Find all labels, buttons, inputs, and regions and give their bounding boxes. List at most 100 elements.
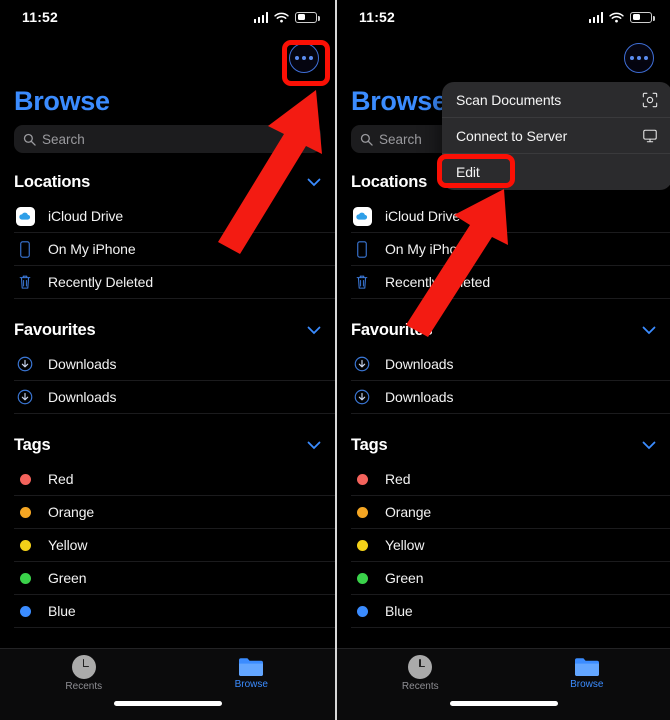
clock-icon <box>71 654 96 679</box>
tag-dot-icon <box>14 473 36 485</box>
list-item[interactable]: Downloads <box>351 381 670 414</box>
list-item[interactable]: Recently Deleted <box>14 266 335 299</box>
download-circle-icon <box>351 356 373 372</box>
list-item-label: Recently Deleted <box>48 274 154 290</box>
list-item-label: Downloads <box>385 356 454 372</box>
status-bar: 11:52 <box>337 0 670 34</box>
home-indicator <box>113 701 222 706</box>
chevron-down-icon[interactable] <box>307 441 321 450</box>
list-item[interactable]: Green <box>351 562 670 595</box>
section-header-favourites[interactable]: Favourites <box>0 311 335 348</box>
list-item[interactable]: Orange <box>14 496 335 529</box>
list-item-label: Red <box>385 471 411 487</box>
list-item[interactable]: Downloads <box>351 348 670 381</box>
list-item-label: Downloads <box>48 356 117 372</box>
list-item-label: Green <box>48 570 87 586</box>
tab-recents[interactable]: Recents <box>0 649 168 697</box>
browse-list-right: Locations iCloud Drive On My iPhone Rece… <box>337 163 670 628</box>
section-title: Locations <box>14 173 91 191</box>
iphone-icon <box>14 240 36 258</box>
wifi-icon <box>609 12 624 23</box>
menu-item-edit[interactable]: Edit <box>442 154 670 190</box>
tag-dot-icon <box>351 572 373 584</box>
list-item[interactable]: Blue <box>351 595 670 628</box>
list-item-label: Orange <box>385 504 432 520</box>
section-header-favourites[interactable]: Favourites <box>337 311 670 348</box>
status-icons <box>253 11 320 23</box>
icloud-drive-icon <box>14 206 36 226</box>
status-bar: 11:52 <box>0 0 335 34</box>
folder-icon <box>574 658 599 676</box>
list-item[interactable]: iCloud Drive <box>351 200 670 233</box>
list-item[interactable]: Recently Deleted <box>351 266 670 299</box>
tab-label: Recents <box>65 680 103 692</box>
list-item-label: Green <box>385 570 424 586</box>
list-item-label: Blue <box>385 603 413 619</box>
screenshot-stage: 11:52 Browse Search Locations iCloud Dri… <box>0 0 670 720</box>
list-item[interactable]: Downloads <box>14 348 335 381</box>
list-item[interactable]: On My iPhone <box>351 233 670 266</box>
download-circle-icon <box>14 389 36 405</box>
search-placeholder: Search <box>42 131 85 147</box>
list-item-label: Yellow <box>48 537 88 553</box>
list-item-label: Orange <box>48 504 95 520</box>
ellipsis-circle-icon[interactable] <box>624 43 654 73</box>
search-icon <box>360 133 373 146</box>
iphone-icon <box>351 240 373 258</box>
search-input[interactable]: Search <box>14 125 321 153</box>
chevron-down-icon[interactable] <box>307 326 321 335</box>
wifi-icon <box>274 12 289 23</box>
tag-dot-icon <box>14 506 36 518</box>
section-title: Tags <box>351 436 388 454</box>
list-item[interactable]: Red <box>14 463 335 496</box>
nav-bar-right <box>337 34 670 86</box>
chevron-down-icon[interactable] <box>642 441 656 450</box>
phone-screen-right: 11:52 Browse Search Locations iCloud Dri… <box>335 0 670 720</box>
list-item[interactable]: On My iPhone <box>14 233 335 266</box>
ellipsis-circle-icon[interactable] <box>289 43 319 73</box>
tab-recents[interactable]: Recents <box>337 649 504 697</box>
list-item-label: On My iPhone <box>48 241 136 257</box>
list-item[interactable]: Blue <box>14 595 335 628</box>
battery-icon <box>630 11 655 23</box>
clock-icon <box>408 654 433 679</box>
list-item-label: Blue <box>48 603 76 619</box>
search-placeholder: Search <box>379 131 422 147</box>
search-icon <box>23 133 36 146</box>
list-item[interactable]: Red <box>351 463 670 496</box>
list-item[interactable]: Yellow <box>14 529 335 562</box>
battery-icon <box>295 11 320 23</box>
menu-item-label: Connect to Server <box>456 127 568 144</box>
section-header-tags[interactable]: Tags <box>0 426 335 463</box>
tab-browse[interactable]: Browse <box>168 649 336 697</box>
tag-dot-icon <box>14 572 36 584</box>
page-title: Browse <box>14 86 110 116</box>
list-item[interactable]: iCloud Drive <box>14 200 335 233</box>
list-item[interactable]: Downloads <box>14 381 335 414</box>
status-time: 11:52 <box>22 9 59 25</box>
tag-dot-icon <box>14 539 36 551</box>
section-header-tags[interactable]: Tags <box>337 426 670 463</box>
tab-browse[interactable]: Browse <box>504 649 670 697</box>
section-title: Tags <box>14 436 51 454</box>
chevron-down-icon[interactable] <box>307 178 321 187</box>
section-header-locations[interactable]: Locations <box>0 163 335 200</box>
tag-dot-icon <box>351 605 373 617</box>
menu-item-scan-documents[interactable]: Scan Documents <box>442 82 670 118</box>
menu-item-label: Edit <box>456 164 480 180</box>
list-item-label: Yellow <box>385 537 425 553</box>
icloud-drive-icon <box>351 206 373 226</box>
section-title: Favourites <box>351 321 433 339</box>
list-item[interactable]: Green <box>14 562 335 595</box>
context-menu[interactable]: Scan Documents Connect to Server Edit <box>442 82 670 190</box>
display-monitor-icon <box>641 127 658 144</box>
chevron-down-icon[interactable] <box>642 326 656 335</box>
browse-list-left: Locations iCloud Drive On My iPhone Rece… <box>0 163 335 628</box>
list-item[interactable]: Yellow <box>351 529 670 562</box>
list-item[interactable]: Orange <box>351 496 670 529</box>
menu-item-label: Scan Documents <box>456 91 562 108</box>
menu-item-connect-to-server[interactable]: Connect to Server <box>442 118 670 154</box>
tag-dot-icon <box>351 506 373 518</box>
home-indicator <box>449 701 558 706</box>
